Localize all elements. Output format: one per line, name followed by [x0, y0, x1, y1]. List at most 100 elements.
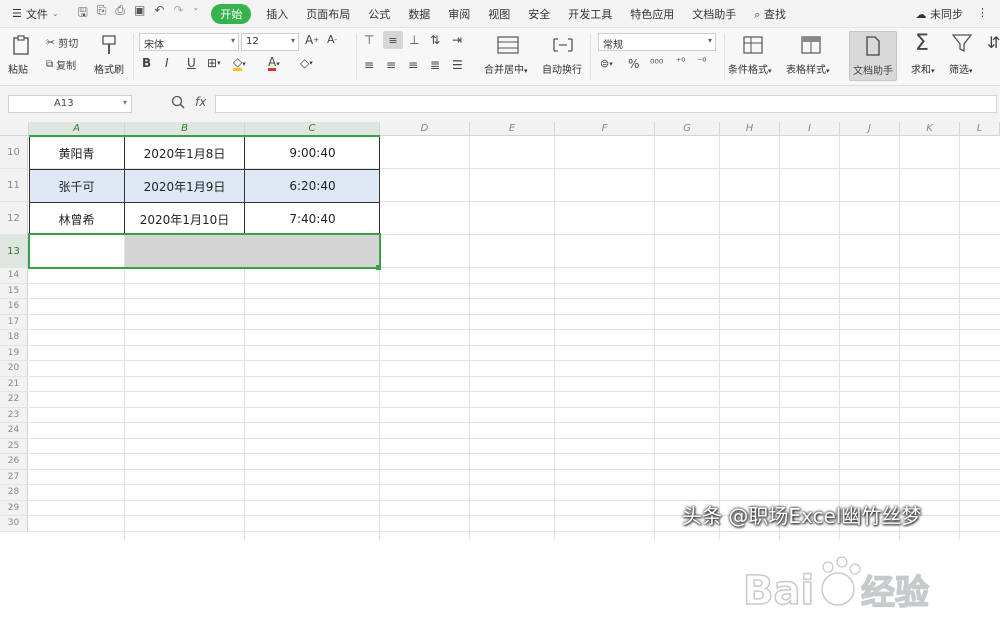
- cell-B12[interactable]: 2020年1月10日: [125, 203, 244, 235]
- align-right-button[interactable]: ≡: [408, 58, 418, 72]
- row-header-30[interactable]: 30: [0, 516, 28, 532]
- conditional-format-button[interactable]: [740, 33, 766, 57]
- filter-button[interactable]: [952, 33, 972, 53]
- export-icon[interactable]: ⎘: [97, 3, 107, 24]
- cell-A12[interactable]: 林曾希: [29, 203, 124, 235]
- select-all-corner[interactable]: [0, 122, 29, 136]
- row-header-19[interactable]: 19: [0, 345, 28, 361]
- orientation-button[interactable]: ⇅: [430, 33, 440, 47]
- decrease-font-button[interactable]: A-: [327, 33, 337, 46]
- row-header-28[interactable]: 28: [0, 485, 28, 501]
- undo-icon[interactable]: ↶: [154, 3, 164, 24]
- row-header-16[interactable]: 16: [0, 299, 28, 315]
- tab-home[interactable]: 开始: [211, 3, 252, 24]
- fill-color-button[interactable]: ◇ ▾: [233, 56, 246, 71]
- font-name-select[interactable]: 宋体 ▾: [139, 33, 239, 51]
- column-header-J[interactable]: J: [840, 122, 900, 136]
- row-header-17[interactable]: 17: [0, 314, 28, 330]
- italic-button[interactable]: I: [165, 56, 169, 70]
- row-header-13[interactable]: 13: [0, 235, 28, 268]
- row-header-29[interactable]: 29: [0, 500, 28, 516]
- sum-button[interactable]: Σ: [915, 31, 929, 56]
- table-style-button[interactable]: [798, 33, 824, 57]
- tab-developer[interactable]: 开发工具: [559, 6, 621, 22]
- row-header-12[interactable]: 12: [0, 202, 28, 235]
- indent-button[interactable]: ⇥: [452, 33, 462, 47]
- row-header-11[interactable]: 11: [0, 169, 28, 202]
- fx-button[interactable]: fx: [195, 95, 206, 109]
- row-header-14[interactable]: 14: [0, 268, 28, 284]
- row-header-18[interactable]: 18: [0, 330, 28, 346]
- column-header-I[interactable]: I: [780, 122, 840, 136]
- tab-special-apps[interactable]: 特色应用: [621, 6, 683, 22]
- column-header-F[interactable]: F: [555, 122, 655, 136]
- cell-A10[interactable]: 黄阳青: [29, 137, 124, 169]
- tab-page-layout[interactable]: 页面布局: [297, 6, 359, 22]
- font-color-button[interactable]: A ▾: [268, 56, 280, 71]
- cell-C10[interactable]: 9:00:40: [245, 137, 380, 169]
- tab-insert[interactable]: 插入: [257, 6, 297, 22]
- align-middle-button[interactable]: ≡: [383, 31, 403, 49]
- cell-C11[interactable]: 6:20:40: [245, 170, 380, 202]
- column-header-A[interactable]: A: [29, 122, 125, 136]
- row-header-20[interactable]: 20: [0, 361, 28, 377]
- cell-A11[interactable]: 张千可: [29, 170, 124, 202]
- tab-data[interactable]: 数据: [399, 6, 439, 22]
- cell-B10[interactable]: 2020年1月8日: [125, 137, 244, 169]
- cell-B11[interactable]: 2020年1月9日: [125, 170, 244, 202]
- font-size-select[interactable]: 12 ▾: [241, 33, 299, 51]
- column-header-E[interactable]: E: [470, 122, 555, 136]
- redo-icon[interactable]: ↷: [173, 3, 183, 24]
- decrease-decimal-button[interactable]: ⁻⁰: [697, 57, 706, 68]
- paste-button[interactable]: [8, 32, 34, 58]
- row-header-26[interactable]: 26: [0, 454, 28, 470]
- align-bottom-button[interactable]: ⊥: [409, 33, 419, 47]
- distributed-button[interactable]: ☰: [452, 58, 463, 72]
- tab-review[interactable]: 审阅: [439, 6, 479, 22]
- bold-button[interactable]: B: [142, 56, 151, 70]
- row-header-22[interactable]: 22: [0, 392, 28, 408]
- justify-button[interactable]: ≣: [430, 58, 440, 72]
- tab-doc-helper[interactable]: 文档助手: [683, 6, 745, 22]
- increase-font-button[interactable]: A +: [305, 33, 319, 47]
- row-header-25[interactable]: 25: [0, 438, 28, 454]
- name-box[interactable]: A13 ▾: [8, 95, 132, 113]
- column-header-D[interactable]: D: [380, 122, 470, 136]
- format-painter-button[interactable]: [96, 32, 122, 58]
- cell-C12[interactable]: 7:40:40: [245, 203, 380, 235]
- sync-status[interactable]: ☁ 未同步: [916, 6, 964, 22]
- sort-button[interactable]: ⇵: [987, 33, 1000, 52]
- spreadsheet-grid[interactable]: ABCDEFGHIJKL 10 11 12 13 14 15 16 17 18 19 20 21 22 2…: [0, 122, 1000, 615]
- tab-security[interactable]: 安全: [519, 6, 559, 22]
- merge-center-button[interactable]: [488, 33, 528, 57]
- tab-view[interactable]: 视图: [479, 6, 519, 22]
- thousands-button[interactable]: ⁰⁰⁰: [650, 57, 663, 70]
- cut-button[interactable]: ✂ 剪切: [46, 35, 78, 50]
- doc-helper-button[interactable]: 文档助手: [849, 31, 897, 81]
- column-header-L[interactable]: L: [960, 122, 1000, 136]
- more-icon[interactable]: ⋮: [977, 6, 988, 22]
- wrap-text-button[interactable]: [548, 33, 578, 57]
- align-center-button[interactable]: ≡: [386, 58, 396, 72]
- column-header-C[interactable]: C: [245, 122, 380, 136]
- formula-input[interactable]: [215, 95, 997, 113]
- column-header-K[interactable]: K: [900, 122, 960, 136]
- search-command[interactable]: ⌕ 查找: [745, 6, 795, 22]
- fill-handle[interactable]: [376, 265, 381, 270]
- percent-button[interactable]: %: [628, 57, 639, 71]
- preview-icon[interactable]: ▣: [134, 3, 145, 24]
- row-header-10[interactable]: 10: [0, 136, 28, 169]
- row-header-23[interactable]: 23: [0, 407, 28, 423]
- column-header-B[interactable]: B: [125, 122, 245, 136]
- column-header-H[interactable]: H: [720, 122, 780, 136]
- row-header-15[interactable]: 15: [0, 283, 28, 299]
- row-header-21[interactable]: 21: [0, 376, 28, 392]
- currency-button[interactable]: ⊜ ▾: [600, 57, 613, 70]
- align-left-button[interactable]: ≡: [364, 58, 374, 72]
- number-format-select[interactable]: 常规 ▾: [598, 33, 716, 51]
- increase-decimal-button[interactable]: ⁺⁰: [676, 57, 685, 68]
- copy-button[interactable]: ⧉ 复制: [46, 57, 76, 72]
- clear-button[interactable]: ◇ ▾: [300, 56, 313, 70]
- row-header-24[interactable]: 24: [0, 423, 28, 439]
- selection-range-A13-C13[interactable]: [28, 233, 381, 269]
